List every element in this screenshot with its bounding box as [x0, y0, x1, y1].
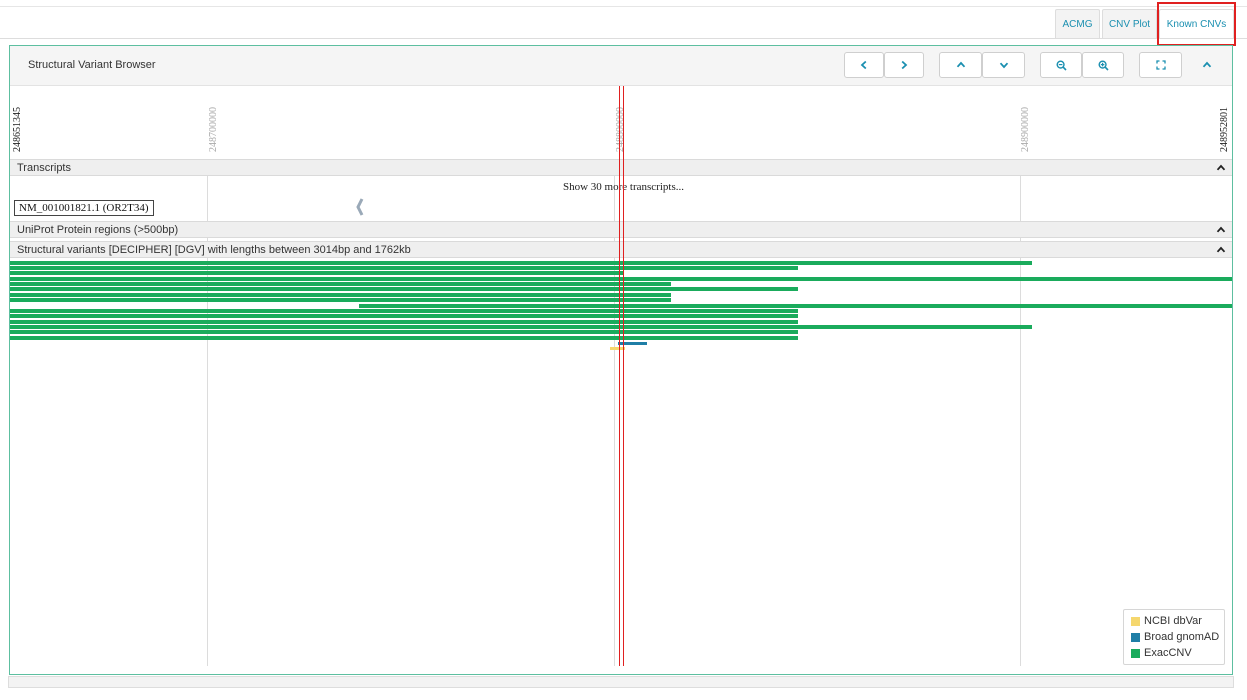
tab-bar-divider	[0, 38, 1247, 39]
panel-header: Structural Variant Browser	[10, 46, 1232, 86]
sv-bar[interactable]	[10, 314, 798, 318]
pan-right-button[interactable]	[884, 52, 924, 78]
sv-bar[interactable]	[359, 304, 1232, 308]
position-marker	[619, 86, 620, 666]
chevron-down-icon	[999, 62, 1008, 69]
uniprot-collapse-toggle[interactable]	[1215, 224, 1227, 236]
collapse-panel-button[interactable]	[1197, 55, 1217, 75]
ruler-start-label: 248651345	[12, 107, 23, 152]
structural-variants-collapse-toggle[interactable]	[1215, 244, 1227, 256]
uniprot-section-header: UniProt Protein regions (>500bp)	[10, 221, 1232, 238]
legend-swatch	[1131, 632, 1140, 642]
horizontal-scrollbar[interactable]	[8, 676, 1234, 688]
ruler-end-label: 248952801	[1219, 107, 1230, 152]
sv-bar[interactable]	[10, 325, 1032, 329]
coordinate-ruler: 248651345 248700000 248800000 248900000 …	[10, 86, 1232, 160]
sv-bar[interactable]	[10, 309, 798, 313]
chevron-up-icon	[956, 61, 965, 68]
tab-cnv-plot[interactable]: CNV Plot	[1102, 9, 1157, 38]
zoom-out-icon	[1055, 59, 1067, 71]
transcripts-collapse-toggle[interactable]	[1215, 162, 1227, 174]
sv-bar[interactable]	[10, 320, 798, 324]
sv-bar[interactable]	[10, 266, 798, 270]
ruler-tick-label: 248900000	[1020, 107, 1031, 152]
pan-left-button[interactable]	[844, 52, 884, 78]
position-marker	[623, 86, 624, 666]
transcripts-section-header: Transcripts	[10, 159, 1232, 176]
tab-acmg[interactable]: ACMG	[1055, 9, 1100, 38]
structural-variants-section-label: Structural variants [DECIPHER] [DGV] wit…	[17, 244, 411, 256]
sv-bar[interactable]	[10, 282, 671, 286]
uniprot-section-label: UniProt Protein regions (>500bp)	[17, 224, 179, 236]
tab-known-cnvs[interactable]: Known CNVs	[1159, 9, 1234, 38]
top-divider	[0, 6, 1247, 7]
chevron-left-icon	[860, 60, 867, 70]
ruler-tick-label: 248700000	[208, 107, 219, 152]
transcript-strand-icon[interactable]	[354, 198, 366, 216]
sv-bar[interactable]	[10, 277, 1232, 281]
chevron-up-icon	[1216, 164, 1226, 171]
sv-bar[interactable]	[10, 271, 624, 275]
zoom-in-icon	[1097, 59, 1109, 71]
structural-variants-section-header: Structural variants [DECIPHER] [DGV] wit…	[10, 241, 1232, 258]
sv-bar[interactable]	[10, 298, 671, 302]
structural-variants-track	[10, 259, 1232, 669]
chevron-right-icon	[901, 60, 908, 70]
sv-bar[interactable]	[10, 336, 798, 340]
legend-swatch	[1131, 616, 1140, 626]
legend-label: NCBI dbVar	[1144, 615, 1202, 627]
sv-bar[interactable]	[10, 330, 798, 334]
legend-item-dbvar: NCBI dbVar	[1131, 614, 1202, 628]
sv-bar[interactable]	[10, 293, 671, 297]
legend-item-gnomad: Broad gnomAD	[1131, 630, 1219, 644]
ruler-tick-label: 248800000	[615, 107, 626, 152]
transcript-gene-label[interactable]: NM_001001821.1 (OR2T34)	[14, 200, 154, 216]
panel-title: Structural Variant Browser	[28, 59, 156, 71]
legend-item-exaccnv: ExacCNV	[1131, 646, 1192, 660]
zoom-out-button[interactable]	[1040, 52, 1082, 78]
structural-variant-browser-panel: Structural Variant Browser 248651345 248…	[9, 45, 1233, 675]
fullscreen-button[interactable]	[1139, 52, 1182, 78]
legend-swatch	[1131, 648, 1140, 658]
legend-label: Broad gnomAD	[1144, 631, 1220, 643]
chevron-up-icon	[1216, 246, 1226, 253]
sv-bar[interactable]	[10, 287, 798, 291]
transcripts-section-label: Transcripts	[17, 162, 71, 174]
chevron-up-icon	[1216, 226, 1226, 233]
legend-label: ExacCNV	[1144, 647, 1192, 659]
sv-bar[interactable]	[10, 261, 1032, 265]
fullscreen-icon	[1155, 60, 1166, 70]
collapse-icon	[1202, 61, 1212, 68]
legend: NCBI dbVar Broad gnomAD ExacCNV	[1123, 609, 1225, 665]
scroll-up-button[interactable]	[939, 52, 982, 78]
zoom-in-button[interactable]	[1082, 52, 1124, 78]
scroll-down-button[interactable]	[982, 52, 1025, 78]
